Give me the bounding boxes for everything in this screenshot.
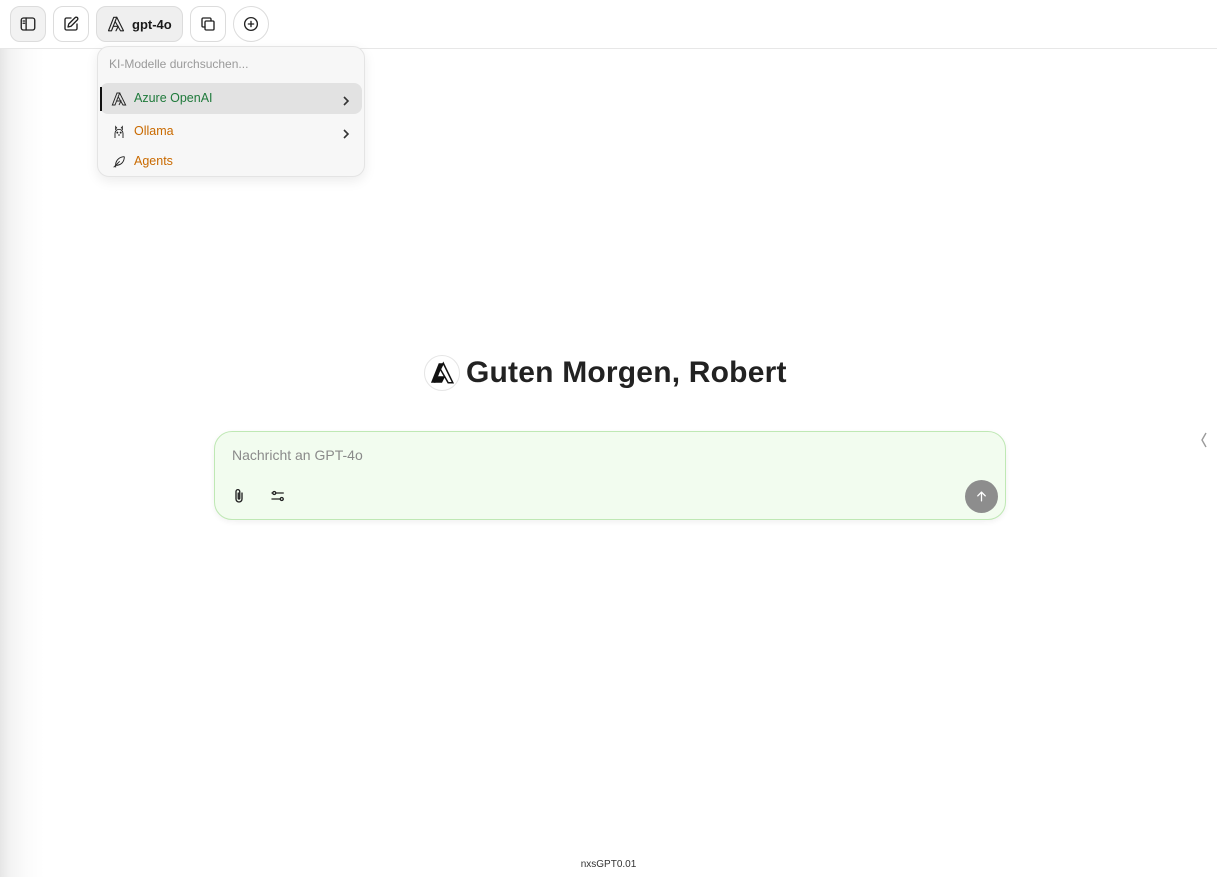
sliders-icon	[271, 490, 284, 502]
sidebar-toggle-icon	[20, 17, 36, 31]
right-panel-toggle[interactable]	[1199, 432, 1209, 448]
message-input[interactable]	[232, 444, 972, 466]
chevron-right-icon	[340, 125, 352, 139]
model-selector-label: gpt-4o	[132, 16, 172, 32]
sidebar-toggle-button[interactable]	[10, 6, 46, 42]
add-circle-icon	[243, 16, 259, 32]
duplicate-chat-button[interactable]	[190, 6, 226, 42]
ollama-icon	[111, 124, 127, 140]
menu-item-ollama[interactable]: Ollama	[100, 116, 362, 147]
greeting-text: Guten Morgen, Robert	[466, 356, 787, 389]
arrow-up-icon	[977, 491, 986, 502]
version-footer: nxsGPT0.01	[580, 859, 637, 870]
model-search-input[interactable]: KI-Modelle durchsuchen...	[109, 57, 248, 71]
azure-logo-icon	[424, 355, 460, 391]
paperclip-icon	[235, 488, 243, 503]
copy-icon	[201, 17, 215, 31]
send-button[interactable]	[965, 480, 998, 513]
sidebar-edge-shadow	[0, 0, 44, 877]
model-dropdown-menu: KI-Modelle durchsuchen... Azure OpenAI O…	[97, 46, 365, 177]
model-selector-button[interactable]: gpt-4o	[96, 6, 183, 42]
menu-item-label: Ollama	[134, 124, 174, 138]
menu-item-label: Agents	[134, 154, 173, 168]
attach-file-button[interactable]	[228, 485, 250, 507]
add-button[interactable]	[233, 6, 269, 42]
feather-icon	[111, 154, 127, 170]
chevron-right-icon	[340, 92, 352, 106]
menu-item-agents[interactable]: Agents	[100, 146, 362, 177]
options-button[interactable]	[267, 485, 289, 507]
top-bar: gpt-4o	[0, 0, 1217, 49]
azure-logo-icon	[111, 91, 127, 107]
collapse-handle-icon	[1201, 432, 1207, 448]
new-chat-button[interactable]	[53, 6, 89, 42]
azure-logo-icon	[107, 16, 125, 32]
selection-indicator	[100, 87, 102, 111]
menu-item-label: Azure OpenAI	[134, 91, 213, 105]
new-chat-icon	[64, 16, 79, 31]
greeting: Guten Morgen, Robert	[424, 354, 787, 392]
message-composer	[214, 431, 1006, 520]
menu-item-azure-openai[interactable]: Azure OpenAI	[100, 83, 362, 114]
